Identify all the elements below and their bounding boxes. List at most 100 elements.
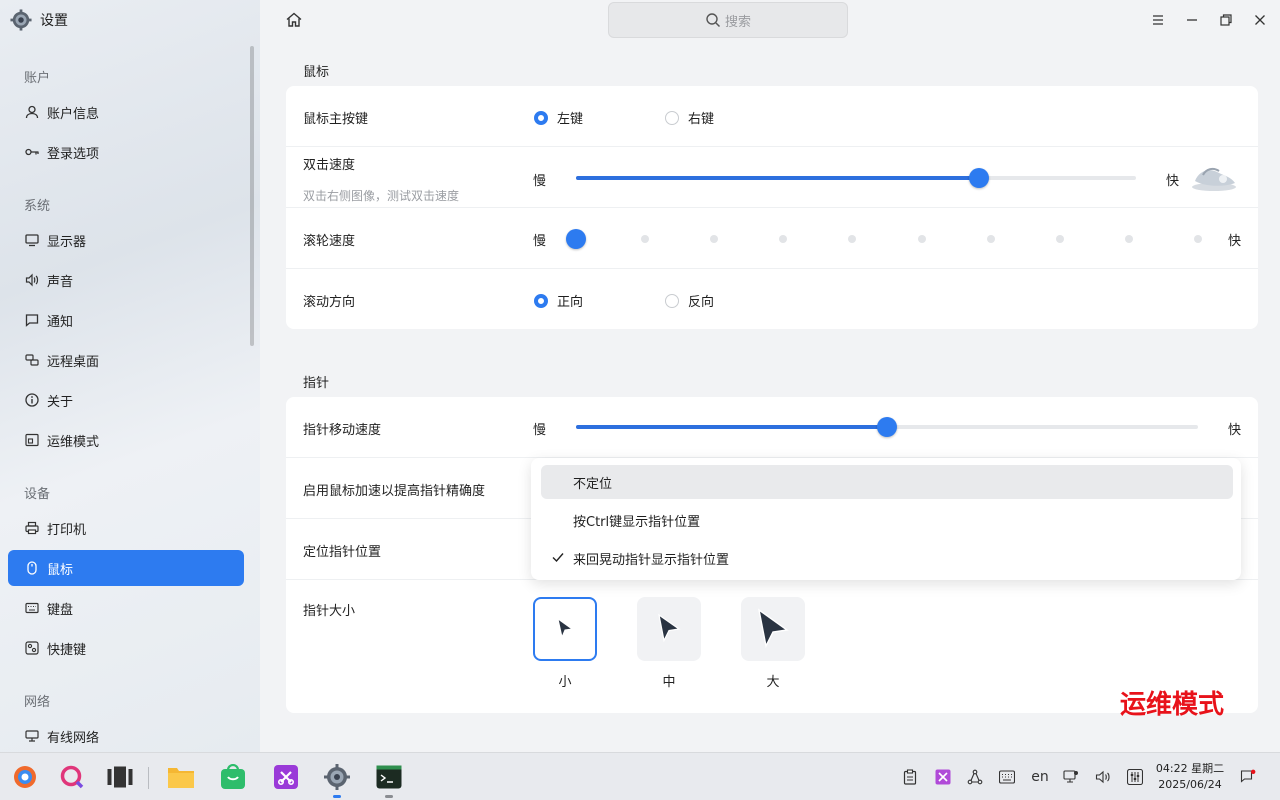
tray-volume[interactable] [1093,767,1113,787]
size-label-large: 大 [766,675,780,690]
remote-icon [24,352,40,368]
sidebar-scrollbar[interactable] [250,46,254,346]
app-store-icon [221,764,245,789]
monitor-icon [24,232,40,248]
radio-forward[interactable]: 正向 [534,291,583,310]
sidebar-item-notification[interactable]: 通知 [8,302,244,338]
pointer-size-large[interactable] [741,597,805,661]
tray-network-share[interactable] [965,767,985,787]
sidebar-item-keyboard[interactable]: 键盘 [8,590,244,626]
tray-notifications[interactable] [1238,767,1258,787]
active-app-indicator [333,795,341,798]
tray-language[interactable]: en [1029,767,1051,787]
mouse-icon [24,560,40,576]
sidebar-item-shortcuts[interactable]: 快捷键 [8,630,244,666]
folder-icon [168,768,194,788]
taskbar-terminal[interactable] [375,763,403,791]
tray-wired-network[interactable] [1061,767,1081,787]
taskbar-app-store[interactable] [219,763,247,791]
dropdown-option-ctrl[interactable]: 按Ctrl键显示指针位置 [541,503,1233,537]
clipboard-icon [903,769,917,785]
keyboard-icon [24,600,40,616]
control-center-icon [1127,769,1143,785]
radio-dot [665,293,679,308]
sidebar-item-printer[interactable]: 打印机 [8,510,244,546]
pointer-size-small[interactable] [533,597,597,661]
acceleration-label: 启用鼠标加速以提高指针精确度 [303,484,486,499]
double-click-slider[interactable] [576,168,1136,188]
sidebar-item-ops-mode[interactable]: 运维模式 [8,422,244,458]
dropdown-option-shake[interactable]: 来回晃动指针显示指针位置 [541,541,1233,575]
group-device: 设备 [24,487,51,502]
radio-dot [534,293,548,308]
sidebar-item-mouse[interactable]: 鼠标 [8,550,244,586]
slider-knob[interactable] [877,417,897,437]
global-search-icon [60,765,84,789]
fast-label: 快 [1228,423,1242,438]
taskbar-multitask[interactable] [106,763,134,791]
taskbar-settings[interactable] [323,763,351,791]
locate-pointer-dropdown: 不定位 按Ctrl键显示指针位置 来回晃动指针显示指针位置 [531,458,1241,580]
minimize-icon [1187,19,1197,21]
slider-knob[interactable] [566,229,586,249]
sidebar-item-about[interactable]: 关于 [8,382,244,418]
terminal-icon [376,765,402,789]
slider-knob[interactable] [969,168,990,188]
group-account: 账户 [24,71,51,86]
search-input[interactable]: 搜索 [608,2,848,38]
launcher-icon [14,766,36,788]
taskbar-search-app[interactable] [58,763,86,791]
radio-reverse[interactable]: 反向 [665,291,714,310]
sidebar-item-account-info[interactable]: 账户信息 [8,94,244,130]
pointer-speed-slider[interactable] [576,417,1198,437]
menu-button[interactable] [1148,10,1168,30]
slow-label: 慢 [533,423,547,438]
clock-time: 04:22 星期二 [1155,762,1225,775]
ops-icon [24,432,40,448]
slider-tick [641,235,650,243]
pointer-size-medium[interactable] [637,597,701,661]
radio-right-button[interactable]: 右键 [665,108,714,127]
network-share-icon [967,769,983,785]
sidebar-item-login-options[interactable]: 登录选项 [8,134,244,170]
slow-label: 慢 [533,234,547,249]
tray-keyboard[interactable] [997,767,1017,787]
hamburger-icon [1153,15,1163,25]
cursor-small-icon [557,617,574,639]
tray-control-center[interactable] [1125,767,1145,787]
app-title: 设置 [40,13,68,29]
sidebar-item-wired-network[interactable]: 有线网络 [8,718,244,754]
radio-left-button[interactable]: 左键 [534,108,583,127]
option-label: 不定位 [573,476,613,492]
sidebar-item-label: 鼠标 [47,562,74,578]
taskbar-screenshot[interactable] [272,763,300,791]
sidebar-item-label: 关于 [47,394,74,410]
double-click-test-image-icon[interactable] [1189,161,1239,193]
sidebar-item-label: 远程桌面 [47,354,100,370]
taskbar-file-manager[interactable] [167,763,195,791]
radio-label: 正向 [557,295,584,310]
sidebar-item-sound[interactable]: 声音 [8,262,244,298]
home-icon[interactable] [284,10,304,30]
pointer-size-row: 指针大小 小 中 大 [286,580,1258,713]
close-button[interactable] [1250,10,1270,30]
tray-clipboard[interactable] [900,767,920,787]
sidebar-item-label: 账户信息 [47,106,100,122]
taskbar-launcher[interactable] [11,763,39,791]
double-click-label: 双击速度 [303,158,356,173]
pointer-section-title: 指针 [303,376,330,391]
sidebar-item-label: 有线网络 [47,730,100,746]
restore-button[interactable] [1216,10,1236,30]
sidebar-item-remote-desktop[interactable]: 远程桌面 [8,342,244,378]
taskbar: en 04:22 星期二 2025/06/24 [0,752,1280,800]
cursor-large-icon [757,608,789,649]
taskbar-clock[interactable]: 04:22 星期二 2025/06/24 [1150,761,1230,793]
sidebar-item-display[interactable]: 显示器 [8,222,244,258]
dropdown-option-no-locate[interactable]: 不定位 [541,465,1233,499]
tray-input-method[interactable] [933,767,953,787]
wheel-speed-slider[interactable] [566,229,1202,249]
wired-network-icon [1063,770,1078,783]
minimize-button[interactable] [1182,10,1202,30]
search-placeholder: 搜索 [724,14,751,30]
fast-label: 快 [1166,174,1180,189]
